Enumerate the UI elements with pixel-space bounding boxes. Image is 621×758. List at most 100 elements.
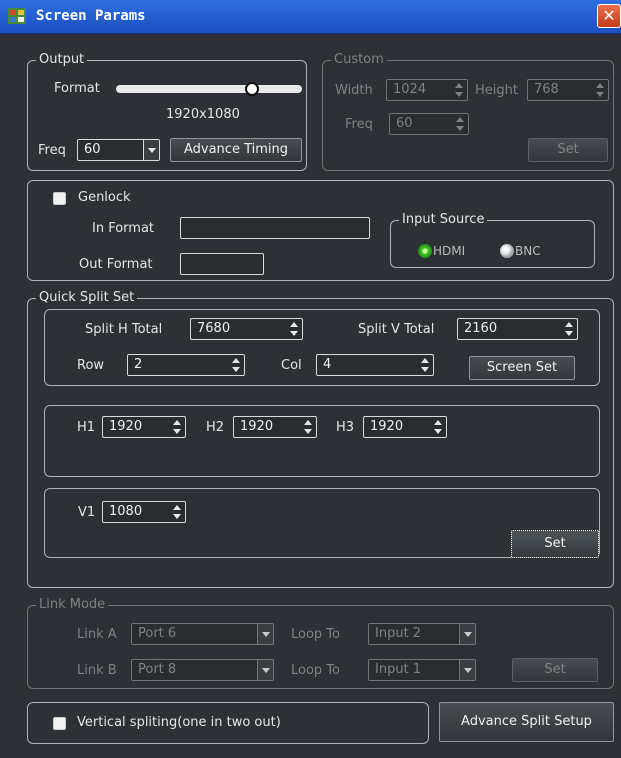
split-set-button[interactable]: Set: [511, 530, 599, 558]
link-a-loop-value: Input 2: [375, 626, 422, 641]
split-v-value: 2160: [464, 321, 498, 336]
spin-arrows-icon[interactable]: [454, 82, 464, 98]
format-slider-thumb[interactable]: [245, 82, 259, 96]
screen-params-dialog: Output Format 1920x1080 Freq 60 Advance …: [0, 34, 621, 758]
width-field[interactable]: 1024: [386, 79, 468, 101]
v1-field[interactable]: 1080: [102, 501, 186, 523]
height-value: 768: [534, 82, 559, 97]
custom-set-button[interactable]: Set: [528, 138, 608, 162]
v1-label: V1: [78, 505, 96, 520]
freq-label: Freq: [38, 143, 66, 158]
h1-field[interactable]: 1920: [102, 416, 186, 438]
split-h-value: 7680: [197, 321, 231, 336]
bnc-radio[interactable]: [500, 244, 514, 258]
col-label: Col: [281, 358, 302, 373]
spin-arrows-icon[interactable]: [231, 357, 241, 373]
quick-split-legend: Quick Split Set: [36, 290, 138, 306]
height-label: Height: [475, 83, 518, 98]
link-b-label: Link B: [77, 663, 117, 678]
genlock-checkbox[interactable]: [53, 192, 66, 205]
freq-select-value: 60: [84, 142, 101, 157]
output-group: Output Format 1920x1080 Freq 60 Advance …: [27, 52, 307, 171]
screen-set-button[interactable]: Screen Set: [469, 356, 575, 380]
col-value: 4: [323, 357, 332, 372]
link-a-select[interactable]: Port 6: [131, 623, 274, 645]
h3-value: 1920: [370, 419, 404, 434]
genlock-group: Genlock In Format Out Format Input Sourc…: [27, 180, 614, 281]
input-source-group: Input Source HDMI BNC: [390, 212, 595, 268]
link-mode-legend: Link Mode: [36, 597, 109, 613]
chevron-down-icon[interactable]: [143, 140, 159, 160]
close-button[interactable]: ✕: [597, 4, 621, 28]
advance-timing-button[interactable]: Advance Timing: [170, 138, 302, 162]
split-h-field[interactable]: 7680: [190, 318, 303, 340]
link-a-value: Port 6: [138, 626, 177, 641]
vertical-split-group: Vertical spliting(one in two out): [27, 702, 429, 744]
advance-split-setup-button[interactable]: Advance Split Setup: [439, 702, 614, 742]
format-slider[interactable]: [116, 85, 302, 93]
spin-arrows-icon[interactable]: [420, 357, 430, 373]
spin-arrows-icon[interactable]: [289, 321, 299, 337]
link-mode-set-button[interactable]: Set: [512, 658, 598, 682]
h1-value: 1920: [109, 419, 143, 434]
input-source-legend: Input Source: [399, 212, 488, 228]
row-field[interactable]: 2: [127, 354, 245, 376]
close-icon: ✕: [602, 6, 616, 25]
link-a-label: Link A: [77, 627, 117, 642]
vertical-split-label: Vertical spliting(one in two out): [77, 715, 281, 730]
hdmi-radio[interactable]: [418, 244, 432, 258]
h1-label: H1: [77, 420, 96, 435]
split-v-field[interactable]: 2160: [457, 318, 578, 340]
vertical-split-checkbox[interactable]: [53, 717, 66, 730]
out-format-field[interactable]: [180, 253, 264, 275]
h3-field[interactable]: 1920: [363, 416, 447, 438]
link-a-loop-label: Loop To: [291, 627, 340, 642]
h2-field[interactable]: 1920: [233, 416, 317, 438]
quick-split-group: Quick Split Set Split H Total 7680 Split…: [27, 290, 614, 588]
custom-freq-label: Freq: [345, 117, 373, 132]
genlock-label: Genlock: [78, 190, 131, 205]
split-v-label: Split V Total: [358, 322, 435, 337]
custom-freq-field[interactable]: 60: [389, 113, 469, 135]
in-format-label: In Format: [92, 221, 155, 236]
spin-arrows-icon[interactable]: [172, 419, 182, 435]
bnc-label: BNC: [515, 244, 541, 258]
v1-value: 1080: [109, 504, 143, 519]
spin-arrows-icon[interactable]: [595, 82, 605, 98]
chevron-down-icon[interactable]: [459, 624, 475, 644]
freq-select[interactable]: 60: [77, 139, 160, 161]
v-split-group: V1 1080 Set: [44, 488, 600, 558]
spin-arrows-icon[interactable]: [172, 504, 182, 520]
spin-arrows-icon[interactable]: [303, 419, 313, 435]
width-label: Width: [335, 83, 373, 98]
custom-legend: Custom: [331, 52, 387, 68]
height-field[interactable]: 768: [527, 79, 609, 101]
chevron-down-icon[interactable]: [459, 660, 475, 680]
spin-arrows-icon[interactable]: [433, 419, 443, 435]
link-b-loop-label: Loop To: [291, 663, 340, 678]
spin-arrows-icon[interactable]: [455, 116, 465, 132]
output-legend: Output: [36, 52, 88, 68]
split-totals-group: Split H Total 7680 Split V Total 2160 Ro…: [44, 309, 600, 386]
link-a-loop-select[interactable]: Input 2: [368, 623, 476, 645]
format-label: Format: [54, 81, 100, 96]
row-label: Row: [77, 358, 105, 373]
link-b-value: Port 8: [138, 662, 177, 677]
chevron-down-icon[interactable]: [257, 624, 273, 644]
hdmi-label: HDMI: [433, 244, 466, 258]
h3-label: H3: [336, 420, 355, 435]
custom-group: Custom Width 1024 Height 768 Freq 60 Set: [322, 52, 614, 171]
row-value: 2: [134, 357, 143, 372]
in-format-field[interactable]: [180, 217, 370, 239]
link-b-loop-select[interactable]: Input 1: [368, 659, 476, 681]
h2-value: 1920: [240, 419, 274, 434]
spin-arrows-icon[interactable]: [564, 321, 574, 337]
out-format-label: Out Format: [79, 257, 153, 272]
title-bar: Screen Params ✕: [0, 0, 621, 34]
split-h-label: Split H Total: [85, 322, 163, 337]
chevron-down-icon[interactable]: [257, 660, 273, 680]
h2-label: H2: [206, 420, 225, 435]
link-b-select[interactable]: Port 8: [131, 659, 274, 681]
col-field[interactable]: 4: [316, 354, 434, 376]
window-title: Screen Params: [36, 8, 146, 24]
